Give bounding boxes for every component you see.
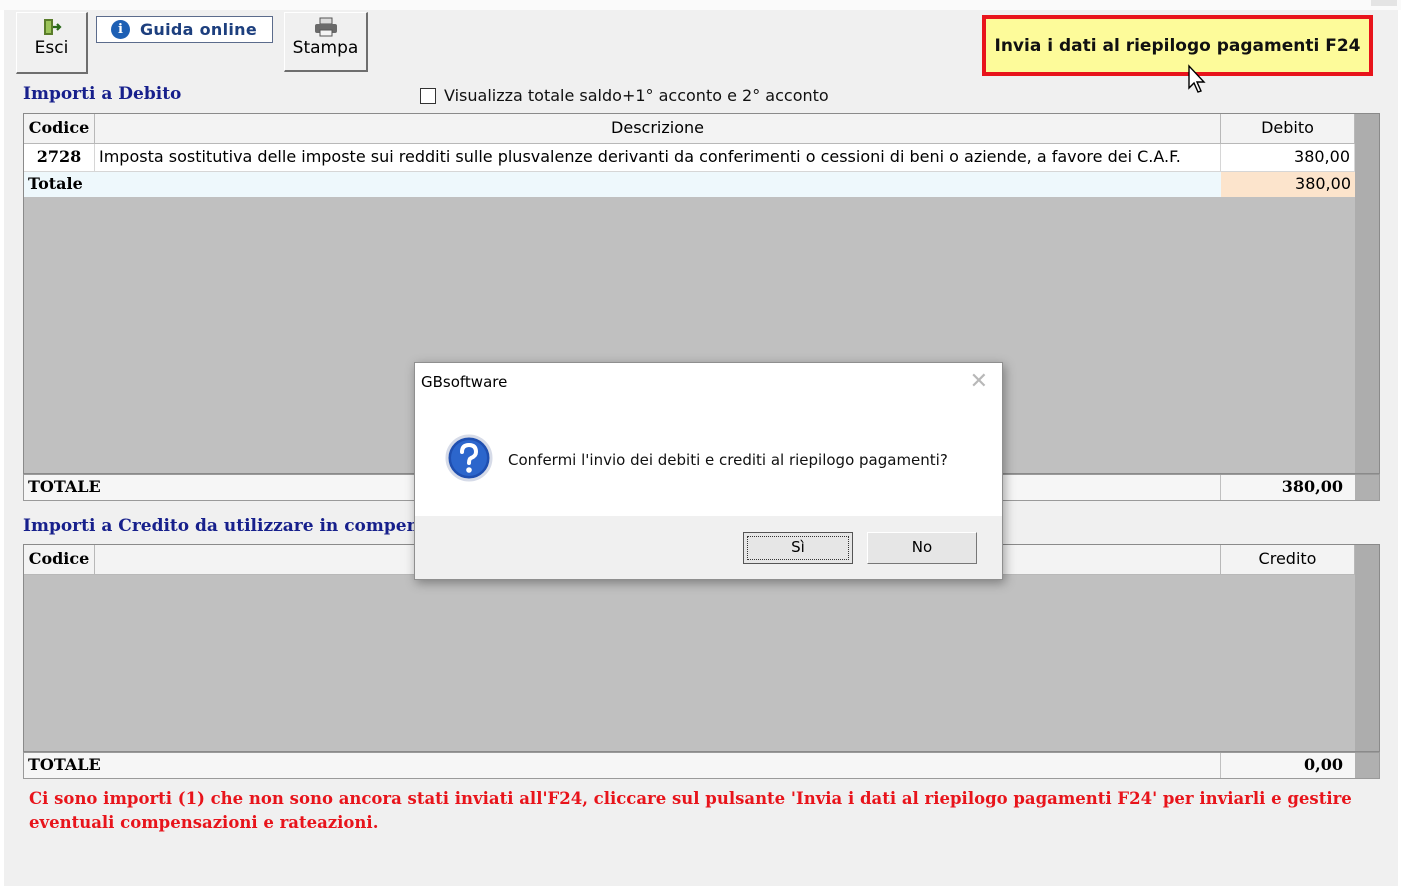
window-top-strip: [0, 0, 1401, 10]
totale-acconto-checkbox[interactable]: Visualizza totale saldo+1° acconto e 2° …: [420, 86, 829, 105]
table-row-codice[interactable]: 2728: [24, 144, 95, 172]
checkbox-label: Visualizza totale saldo+1° acconto e 2° …: [444, 86, 829, 105]
esci-button[interactable]: Esci: [16, 12, 88, 74]
credito-total-bar: TOTALE 0,00: [23, 752, 1380, 779]
invia-riepilogo-f24-button[interactable]: Invia i dati al riepilogo pagamenti F24: [982, 15, 1373, 76]
col-descrizione-header[interactable]: Descrizione: [95, 114, 1221, 144]
credito-scrollbar[interactable]: [1355, 545, 1379, 751]
question-icon: [445, 434, 493, 482]
subtotal-label: Totale: [24, 172, 1221, 197]
checkbox-box[interactable]: [420, 87, 436, 104]
table-row-debito[interactable]: 380,00: [1221, 144, 1355, 172]
col-credito-header[interactable]: Credito: [1221, 545, 1355, 575]
stampa-label: Stampa: [292, 38, 359, 58]
table-row-descrizione[interactable]: Imposta sostitutiva delle imposte sui re…: [95, 144, 1221, 172]
invia-label: Invia i dati al riepilogo pagamenti F24: [994, 35, 1361, 56]
debito-section-title: Importi a Debito: [23, 84, 182, 104]
warning-message: Ci sono importi (1) che non sono ancora …: [29, 789, 1352, 832]
dialog-message: Confermi l'invio dei debiti e crediti al…: [508, 451, 948, 469]
no-label: No: [911, 538, 933, 556]
credito-section-title: Importi a Credito da utilizzare in compe…: [23, 516, 429, 536]
stampa-button[interactable]: Stampa: [284, 12, 368, 72]
col-debito-header[interactable]: Debito: [1221, 114, 1355, 144]
yes-label: Sì: [791, 538, 805, 556]
confirm-dialog: GBsoftware ✕ Confermi l'invio dei debiti…: [414, 362, 1003, 580]
esci-label: Esci: [34, 38, 69, 58]
subtotal-value: 380,00: [1221, 172, 1355, 197]
guida-online-button[interactable]: i Guida online: [96, 16, 273, 43]
debito-total-value: 380,00: [1281, 477, 1343, 496]
yes-button[interactable]: Sì: [743, 532, 853, 564]
mouse-pointer-icon: [1188, 64, 1206, 93]
no-button[interactable]: No: [867, 532, 977, 564]
debito-total-label: TOTALE: [28, 477, 101, 496]
dialog-title: GBsoftware: [421, 373, 508, 391]
dialog-footer: Sì No: [415, 516, 1002, 579]
guida-online-label: Guida online: [140, 20, 258, 39]
col-codice-header[interactable]: Codice: [24, 545, 95, 575]
printer-icon: [314, 17, 337, 37]
debito-scrollbar[interactable]: [1355, 114, 1379, 473]
credito-total-value: 0,00: [1304, 755, 1343, 774]
info-icon: i: [111, 20, 130, 39]
exit-door-icon: [43, 19, 62, 35]
close-icon[interactable]: ✕: [970, 369, 988, 394]
col-codice-header[interactable]: Codice: [24, 114, 95, 144]
credito-total-label: TOTALE: [28, 755, 101, 774]
